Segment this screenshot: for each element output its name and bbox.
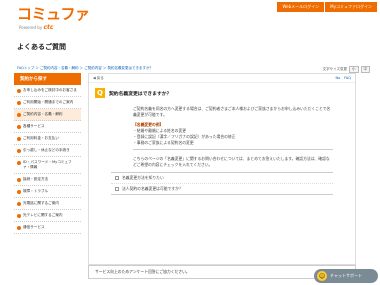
related-question[interactable]: 法人契約の名義変更は可能ですか？ [111,184,333,194]
question-text: 契約名義変更はできますか？ [109,91,172,97]
sidebar-item-label: ご利用料金・お支払い [23,136,59,140]
sidebar-item-label: 各種サービス [23,124,45,128]
sidebar-item-moving[interactable]: 引っ越し・休止などの手続き [14,145,81,157]
divider [133,149,333,150]
answer-body: ご契約名義を同名の方へ変更する場合は、ご契約者さまご本人様およびご家族さまからお… [89,103,355,168]
sidebar-item-label: お申し込みをご検討中のお客さま [23,88,77,92]
sidebar-item-account[interactable]: ID・パスワード・Myコミュファ・情報 [14,157,81,174]
bullet-icon [17,113,21,117]
logo-sub-brand: ctc [43,24,54,31]
sidebar-item-contract[interactable]: ご契約内容・名義・解約 [14,109,81,121]
question-row: Q 契約名義変更はできますか？ [89,83,355,103]
sidebar-title: 契約から探す [14,73,81,85]
brand-logo[interactable]: コミュファ [17,7,90,22]
sidebar-item-setup[interactable]: 接続・設定方法 [14,174,81,186]
bullet-icon [17,137,21,141]
chat-support-label: チャットサポート [330,273,362,278]
logo-subtitle: Powered by ctc [19,24,53,31]
faq-panel: ◀ 戻る No FAQ Q 契約名義変更はできますか？ ご契約名義を同名の方へ変… [88,73,356,265]
sidebar-item-label: 故障・トラブル [23,189,49,193]
font-size-label: 文字サイズ変更 [322,67,347,71]
sidebar-item-tv[interactable]: 光テレビに関するご案内 [14,210,81,222]
faq-panel-header: ◀ 戻る No FAQ [89,74,355,83]
my-commufa-login-link[interactable]: Myコミュファログイン [325,2,377,12]
bullet-icon [17,190,21,194]
font-small-button[interactable]: 小 [349,66,359,73]
faq-no-link[interactable]: No [335,76,340,80]
bullet-icon [17,161,21,165]
faq-nav: No FAQ [335,76,351,80]
sidebar-item-start[interactable]: ご利用開始・開通までのご案内 [14,97,81,109]
bullet-icon [17,101,21,105]
sidebar-item-label: 通信サービス [23,225,45,229]
bullet-icon [17,125,21,129]
back-link[interactable]: ◀ 戻る [93,76,104,81]
sidebar-item-label: ID・パスワード・Myコミュファ・情報 [23,160,72,169]
sidebar-item-consideration[interactable]: お申し込みをご検討中のお客さま [14,85,81,97]
related-question-label: 名義変更方法を知りたい [122,175,164,180]
related-question[interactable]: 名義変更方法を知りたい [111,173,333,184]
page-title: よくあるご質問 [17,43,66,51]
answer-note: こちらのページの「名義変更」に関するお問い合わせについては、まとめてお答えいたし… [133,156,330,167]
chat-support-button[interactable]: ☺ チャットサポート [314,269,378,283]
sidebar-item-label: ご利用開始・開通までのご案内 [23,100,74,104]
checkbox[interactable] [115,176,119,180]
related-questions: 名義変更方法を知りたい 法人契約の名義変更は可能ですか？ [111,172,333,195]
sidebar-item-network[interactable]: 通信サービス [14,222,81,234]
bullet-icon [17,202,21,206]
example-item: ・事務のご家族による契約名の変更 [133,140,194,145]
webmail-login-link[interactable]: Webメールログイン [277,2,325,12]
breadcrumb[interactable]: FAQトップ ＞ ご契約内容・名義・解約 ＞ ご契約内容 ＞ 契約名義変更はでき… [17,66,153,71]
sidebar: 契約から探す お申し込みをご検討中のお客さま ご利用開始・開通までのご案内 ご契… [14,73,81,234]
answer-paragraph: ご契約名義を同名の方へ変更する場合は、ご契約者さまご本人様およびご家族さまからお… [133,106,331,117]
sidebar-item-label: 引っ越し・休止などの手続き [23,148,70,152]
sidebar-item-label: 接続・設定方法 [23,177,49,181]
bullet-icon [17,178,21,182]
sidebar-item-billing[interactable]: ご利用料金・お支払い [14,133,81,145]
checkbox[interactable] [115,187,119,191]
bullet-icon [17,226,21,230]
font-size-control: 文字サイズ変更 小 中 [323,66,370,73]
bullet-icon [17,149,21,153]
header: コミュファ Powered by ctc Webメールログイン Myコミュファロ… [0,0,380,31]
question-icon: Q [95,88,105,98]
top-links: Webメールログイン Myコミュファログイン [276,2,377,12]
sidebar-item-label: ご契約内容・名義・解約 [23,112,63,116]
related-question-label: 法人契約の名義変更は可能ですか？ [122,186,183,191]
faq-id-link[interactable]: FAQ [344,76,351,80]
sidebar-item-trouble[interactable]: 故障・トラブル [14,186,81,198]
font-medium-button[interactable]: 中 [360,66,370,73]
bullet-icon [17,214,21,218]
logo-sub-prefix: Powered by [19,25,43,30]
sidebar-item-label: 光電話に関するご案内 [23,201,59,205]
sidebar-item-phone[interactable]: 光電話に関するご案内 [14,198,81,210]
chatbot-icon: ☺ [317,271,327,281]
sidebar-item-services[interactable]: 各種サービス [14,121,81,133]
sidebar-item-label: 光テレビに関するご案内 [23,213,63,217]
bullet-icon [17,89,21,93]
